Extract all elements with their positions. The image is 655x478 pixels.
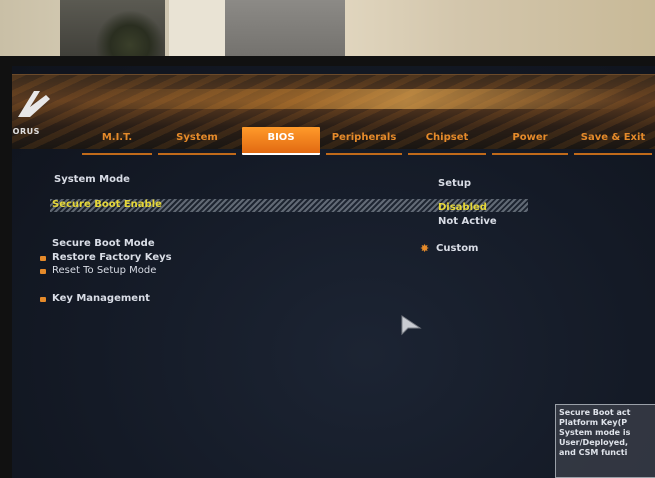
key-management[interactable]: Key Management: [52, 293, 150, 304]
tab-power[interactable]: Power: [492, 127, 568, 155]
aorus-logo-icon: [18, 91, 50, 117]
reset-to-setup-mode[interactable]: Reset To Setup Mode: [52, 265, 156, 276]
tab-bios[interactable]: BIOS: [242, 127, 320, 155]
background-door-frame: [165, 0, 233, 62]
help-line: User/Deployed,: [559, 438, 628, 447]
tab-save-exit[interactable]: Save & Exit: [574, 127, 652, 155]
submenu-bullet-icon: [40, 269, 46, 274]
brand-text: RORUS: [12, 127, 40, 136]
help-line: Secure Boot act: [559, 408, 631, 417]
header-decoration: [66, 89, 638, 109]
secure-boot-mode-value[interactable]: Custom: [436, 243, 478, 254]
secure-boot-enable-label[interactable]: Secure Boot Enable: [52, 199, 162, 210]
submenu-bullet-icon: [40, 297, 46, 302]
secure-boot-mode-label[interactable]: Secure Boot Mode: [52, 238, 155, 249]
submenu-bullet-icon: [40, 256, 46, 261]
restore-factory-keys[interactable]: Restore Factory Keys: [52, 252, 172, 263]
bios-screen: RORUS M.I.T. System BIOS Peripherals Chi…: [12, 66, 655, 478]
tab-chipset[interactable]: Chipset: [408, 127, 486, 155]
system-mode-value: Setup: [438, 178, 472, 189]
selected-option-icon: ✸: [420, 242, 430, 255]
system-mode-label: System Mode: [54, 174, 130, 185]
help-panel: Secure Boot act Platform Key(P System mo…: [555, 404, 655, 478]
secure-boot-enable-value[interactable]: Disabled: [438, 202, 487, 213]
mouse-cursor-icon: [401, 315, 422, 336]
tab-bar: M.I.T. System BIOS Peripherals Chipset P…: [72, 127, 655, 155]
bios-header: RORUS M.I.T. System BIOS Peripherals Chi…: [12, 74, 655, 155]
help-line: and CSM functi: [559, 448, 628, 457]
tab-peripherals[interactable]: Peripherals: [326, 127, 402, 155]
help-line: Platform Key(P: [559, 418, 628, 427]
tab-system[interactable]: System: [158, 127, 236, 155]
tab-mit[interactable]: M.I.T.: [82, 127, 152, 155]
help-line: System mode is: [559, 428, 631, 437]
secure-boot-status: Not Active: [438, 216, 497, 227]
background-plant: [95, 10, 165, 60]
